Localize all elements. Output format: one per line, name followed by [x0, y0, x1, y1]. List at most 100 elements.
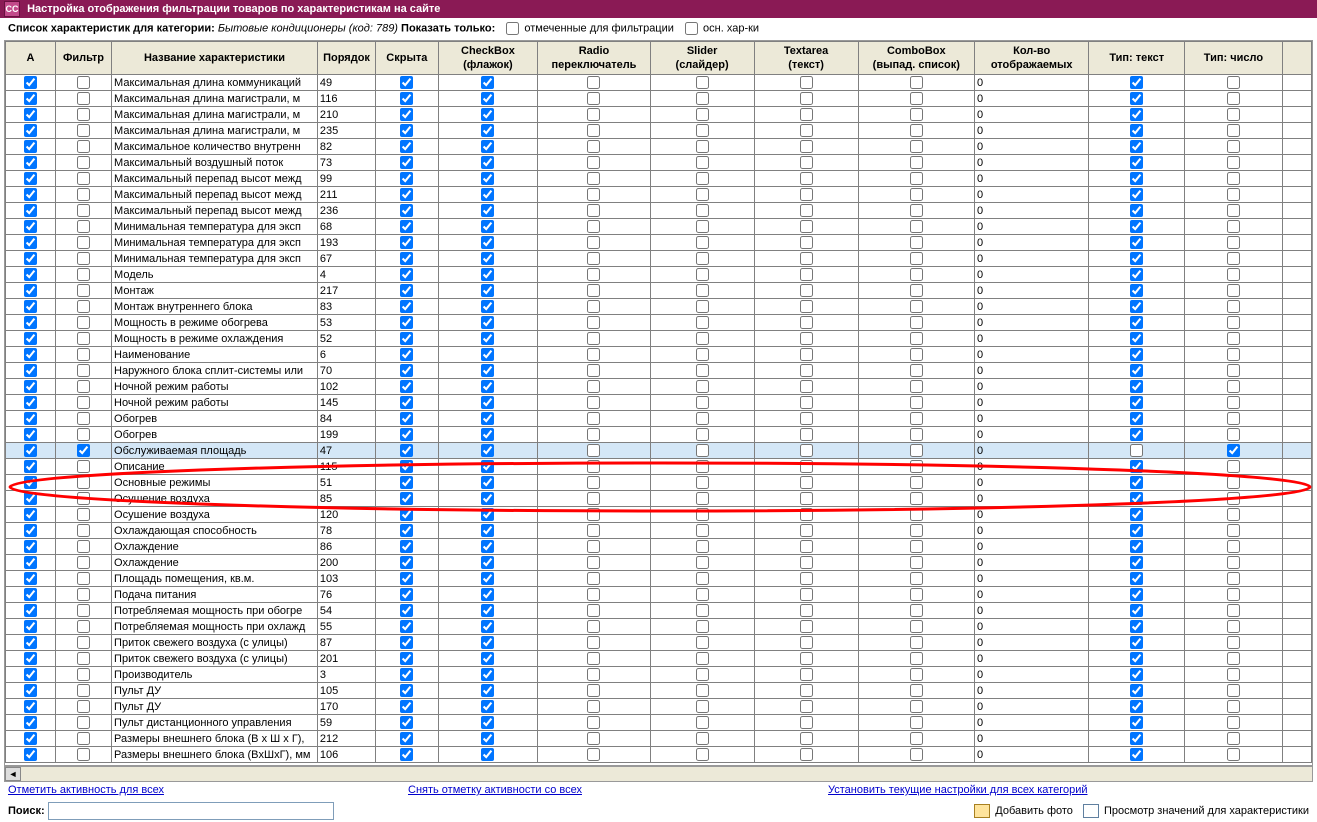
grid-checkbox[interactable] [1130, 156, 1143, 169]
grid-checkbox[interactable] [400, 124, 413, 137]
table-row[interactable]: Осушение воздуха850 [6, 491, 1312, 507]
grid-checkbox[interactable] [24, 76, 37, 89]
grid-checkbox[interactable] [24, 188, 37, 201]
view-values-button[interactable]: Просмотр значений для характеристики [1083, 802, 1309, 820]
grid-checkbox[interactable] [77, 588, 90, 601]
grid-checkbox[interactable] [587, 108, 600, 121]
grid-checkbox[interactable] [481, 716, 494, 729]
grid-checkbox[interactable] [77, 620, 90, 633]
grid-checkbox[interactable] [481, 204, 494, 217]
grid-checkbox[interactable] [910, 140, 923, 153]
grid-checkbox[interactable] [910, 428, 923, 441]
table-row[interactable]: Описание1150 [6, 459, 1312, 475]
grid-checkbox[interactable] [77, 428, 90, 441]
grid-checkbox[interactable] [696, 492, 709, 505]
grid-checkbox[interactable] [1130, 620, 1143, 633]
grid-checkbox[interactable] [481, 252, 494, 265]
grid-checkbox[interactable] [1130, 172, 1143, 185]
grid-checkbox[interactable] [1130, 76, 1143, 89]
col-name[interactable]: Название характеристики [112, 42, 318, 75]
grid-checkbox[interactable] [400, 412, 413, 425]
grid-checkbox[interactable] [77, 124, 90, 137]
cell-name[interactable]: Модель [112, 267, 318, 283]
grid-checkbox[interactable] [481, 220, 494, 233]
grid-checkbox[interactable] [1130, 700, 1143, 713]
grid-checkbox[interactable] [696, 380, 709, 393]
grid-checkbox[interactable] [800, 460, 813, 473]
grid-checkbox[interactable] [910, 348, 923, 361]
cell-order[interactable]: 200 [317, 555, 375, 571]
grid-checkbox[interactable] [800, 700, 813, 713]
grid-checkbox[interactable] [696, 524, 709, 537]
grid-checkbox[interactable] [1227, 348, 1240, 361]
grid-checkbox[interactable] [24, 220, 37, 233]
grid-checkbox[interactable] [696, 332, 709, 345]
grid-checkbox[interactable] [77, 332, 90, 345]
grid-checkbox[interactable] [696, 348, 709, 361]
cell-count[interactable]: 0 [975, 491, 1089, 507]
grid-checkbox[interactable] [696, 188, 709, 201]
table-row[interactable]: Площадь помещения, кв.м.1030 [6, 571, 1312, 587]
grid-checkbox[interactable] [77, 668, 90, 681]
grid-checkbox[interactable] [400, 524, 413, 537]
grid-checkbox[interactable] [1227, 540, 1240, 553]
table-row[interactable]: Приток свежего воздуха (с улицы)870 [6, 635, 1312, 651]
table-row[interactable]: Основные режимы510 [6, 475, 1312, 491]
grid-checkbox[interactable] [24, 604, 37, 617]
grid-checkbox[interactable] [1227, 572, 1240, 585]
cell-order[interactable]: 170 [317, 699, 375, 715]
grid-checkbox[interactable] [696, 636, 709, 649]
grid-checkbox[interactable] [696, 300, 709, 313]
cell-count[interactable]: 0 [975, 539, 1089, 555]
grid-checkbox[interactable] [587, 524, 600, 537]
grid-checkbox[interactable] [1227, 316, 1240, 329]
cell-count[interactable]: 0 [975, 219, 1089, 235]
cell-name[interactable]: Максимальная длина коммуникаций [112, 75, 318, 91]
grid-checkbox[interactable] [696, 396, 709, 409]
grid-checkbox[interactable] [1227, 268, 1240, 281]
grid-checkbox[interactable] [400, 220, 413, 233]
grid-checkbox[interactable] [910, 236, 923, 249]
cell-order[interactable]: 49 [317, 75, 375, 91]
search-input[interactable] [48, 802, 334, 820]
grid-checkbox[interactable] [587, 716, 600, 729]
grid-checkbox[interactable] [1227, 732, 1240, 745]
cell-order[interactable]: 73 [317, 155, 375, 171]
grid-checkbox[interactable] [400, 92, 413, 105]
cell-count[interactable]: 0 [975, 635, 1089, 651]
grid-checkbox[interactable] [481, 732, 494, 745]
table-row[interactable]: Максимальный перепад высот межд2110 [6, 187, 1312, 203]
cell-count[interactable]: 0 [975, 587, 1089, 603]
grid-checkbox[interactable] [24, 348, 37, 361]
grid-checkbox[interactable] [587, 620, 600, 633]
grid-checkbox[interactable] [400, 588, 413, 601]
grid-checkbox[interactable] [800, 252, 813, 265]
cell-name[interactable]: Обогрев [112, 411, 318, 427]
grid-checkbox[interactable] [24, 92, 37, 105]
grid-checkbox[interactable] [1130, 396, 1143, 409]
cell-count[interactable]: 0 [975, 523, 1089, 539]
cell-name[interactable]: Монтаж внутреннего блока [112, 299, 318, 315]
grid-checkbox[interactable] [77, 492, 90, 505]
grid-checkbox[interactable] [696, 364, 709, 377]
grid-checkbox[interactable] [800, 428, 813, 441]
grid-checkbox[interactable] [696, 156, 709, 169]
cb-marked-filter[interactable] [506, 22, 519, 35]
grid-checkbox[interactable] [800, 732, 813, 745]
col-order[interactable]: Порядок [317, 42, 375, 75]
grid-checkbox[interactable] [400, 748, 413, 761]
cell-name[interactable]: Обогрев [112, 427, 318, 443]
grid-checkbox[interactable] [24, 492, 37, 505]
grid-checkbox[interactable] [24, 380, 37, 393]
cell-name[interactable]: Производитель [112, 667, 318, 683]
grid-checkbox[interactable] [481, 396, 494, 409]
grid-checkbox[interactable] [481, 540, 494, 553]
grid-checkbox[interactable] [1130, 380, 1143, 393]
grid-checkbox[interactable] [696, 620, 709, 633]
cell-name[interactable]: Подача питания [112, 587, 318, 603]
cell-name[interactable]: Мощность в режиме обогрева [112, 315, 318, 331]
cell-order[interactable]: 211 [317, 187, 375, 203]
grid-checkbox[interactable] [24, 684, 37, 697]
grid-checkbox[interactable] [400, 188, 413, 201]
grid-checkbox[interactable] [1130, 220, 1143, 233]
